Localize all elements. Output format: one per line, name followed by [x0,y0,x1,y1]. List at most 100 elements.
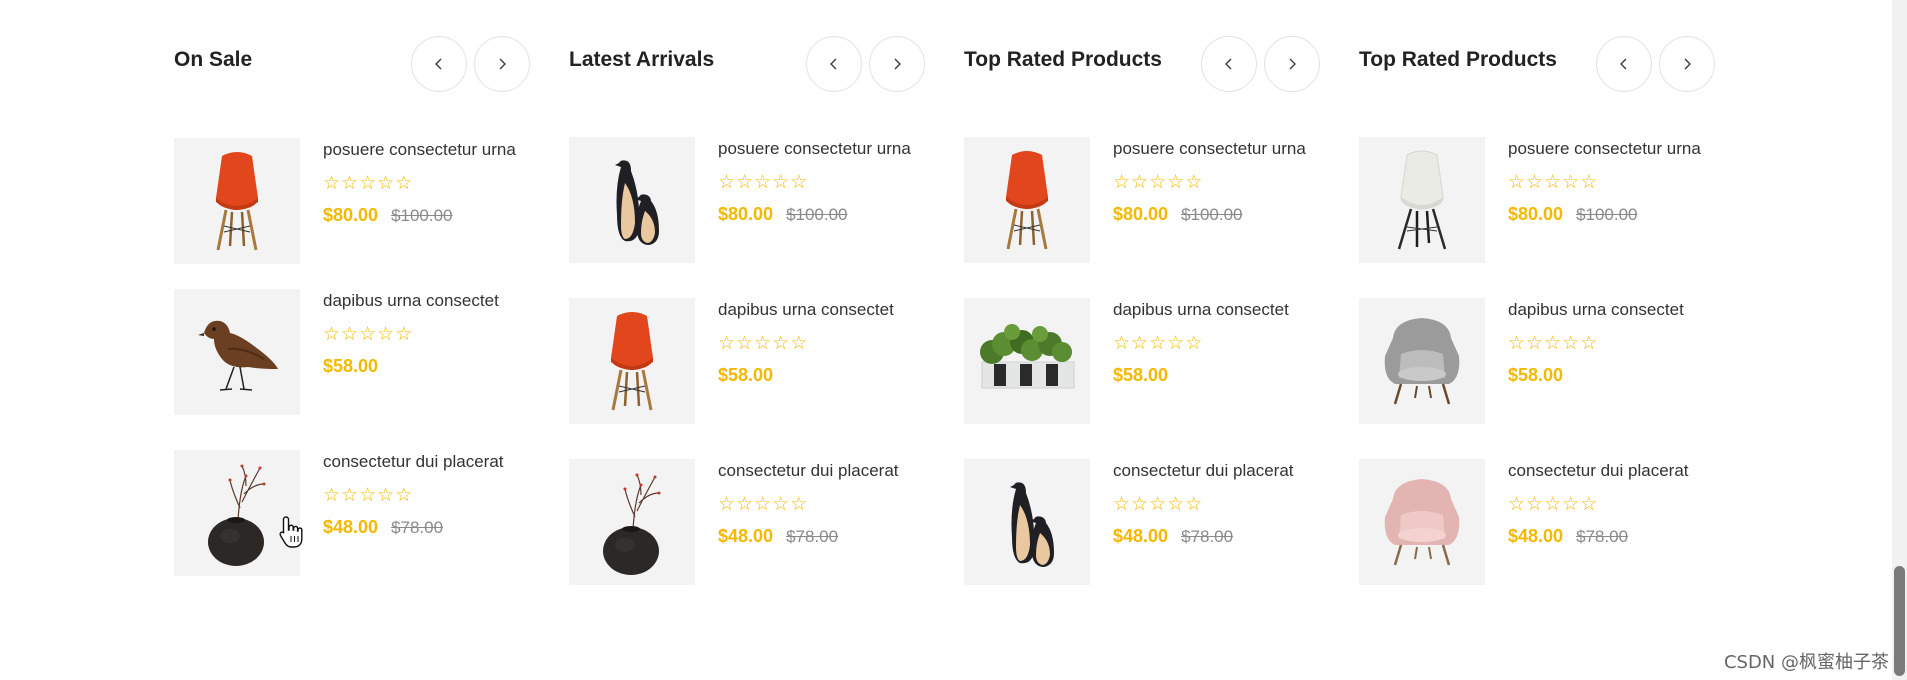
rating-stars: ☆ ☆ ☆ ☆ ☆ [718,333,928,353]
carousel-prev-button[interactable] [806,36,862,92]
star-outline-icon: ☆ [377,172,395,194]
column-header: Top Rated Products [1359,36,1719,94]
star-outline-icon: ☆ [341,484,359,506]
product-info: consectetur dui placerat ☆ ☆ ☆ ☆ ☆ $48.00 $78.0… [1113,459,1323,547]
star-outline-icon: ☆ [790,332,808,354]
star-outline-icon: ☆ [736,332,754,354]
product-image-orange-chair[interactable] [569,298,695,424]
scrollbar-thumb[interactable] [1894,566,1905,676]
star-outline-icon: ☆ [790,493,808,515]
carousel-prev-button[interactable] [411,36,467,92]
star-outline-icon: ☆ [1580,332,1598,354]
carousel-next-button[interactable] [1659,36,1715,92]
product-item: consectetur dui placerat ☆ ☆ ☆ ☆ ☆ $48.00 $78.0… [1359,459,1719,585]
product-info: dapibus urna consectet ☆ ☆ ☆ ☆ ☆ $58.00 [1113,298,1323,386]
star-outline-icon: ☆ [1167,171,1185,193]
product-name-link[interactable]: posuere consectetur urna [718,137,928,160]
star-outline-icon: ☆ [341,323,359,345]
product-image-penguins[interactable] [569,137,695,263]
chevron-right-icon [891,58,903,70]
product-item: posuere consectetur urna ☆ ☆ ☆ ☆ ☆ $80.00 $100.… [174,138,534,264]
product-image-white-chair[interactable] [1359,137,1485,263]
star-outline-icon: ☆ [395,484,413,506]
product-name-link[interactable]: posuere consectetur urna [1508,137,1718,160]
star-outline-icon: ☆ [1113,493,1131,515]
price-row: $48.00 $78.00 [323,517,533,538]
carousel-prev-button[interactable] [1596,36,1652,92]
product-name-link[interactable]: dapibus urna consectet [1508,298,1718,321]
product-name-link[interactable]: dapibus urna consectet [323,289,533,312]
product-info: posuere consectetur urna ☆ ☆ ☆ ☆ ☆ $80.00 $100.… [1508,137,1718,225]
carousel-prev-button[interactable] [1201,36,1257,92]
current-price: $80.00 [323,205,379,225]
chevron-left-icon [433,58,445,70]
chevron-left-icon [1223,58,1235,70]
product-image-orange-chair[interactable] [174,138,300,264]
product-image-grey-armchair[interactable] [1359,298,1485,424]
product-item: dapibus urna consectet ☆ ☆ ☆ ☆ ☆ $58.00 [174,289,534,415]
product-image-black-vase[interactable] [569,459,695,585]
rating-stars: ☆ ☆ ☆ ☆ ☆ [323,485,533,505]
star-outline-icon: ☆ [1113,332,1131,354]
rating-stars: ☆ ☆ ☆ ☆ ☆ [1113,494,1323,514]
product-image-penguins[interactable] [964,459,1090,585]
star-outline-icon: ☆ [1185,332,1203,354]
old-price: $78.00 [786,527,839,546]
product-item: consectetur dui placerat ☆ ☆ ☆ ☆ ☆ $48.00 $78.0… [174,450,534,576]
product-info: posuere consectetur urna ☆ ☆ ☆ ☆ ☆ $80.00 $100.… [1113,137,1323,225]
product-name-link[interactable]: consectetur dui placerat [323,450,533,473]
product-image-orange-chair[interactable] [964,137,1090,263]
product-name-link[interactable]: dapibus urna consectet [718,298,928,321]
product-name-link[interactable]: posuere consectetur urna [323,138,533,161]
current-price: $58.00 [323,356,379,376]
current-price: $48.00 [718,526,774,546]
product-item: consectetur dui placerat ☆ ☆ ☆ ☆ ☆ $48.00 $78.0… [569,459,929,585]
product-image-pink-armchair[interactable] [1359,459,1485,585]
old-price: $78.00 [1181,527,1234,546]
price-row: $58.00 [1508,365,1718,386]
product-image-plants[interactable] [964,298,1090,424]
carousel-next-button[interactable] [869,36,925,92]
product-name-link[interactable]: consectetur dui placerat [1113,459,1323,482]
star-outline-icon: ☆ [1185,171,1203,193]
star-outline-icon: ☆ [1167,332,1185,354]
rating-stars: ☆ ☆ ☆ ☆ ☆ [1508,172,1718,192]
product-name-link[interactable]: dapibus urna consectet [1113,298,1323,321]
rating-stars: ☆ ☆ ☆ ☆ ☆ [323,173,533,193]
page-scrollbar[interactable] [1892,0,1907,680]
star-outline-icon: ☆ [1562,332,1580,354]
product-name-link[interactable]: consectetur dui placerat [1508,459,1718,482]
carousel-next-button[interactable] [1264,36,1320,92]
price-row: $80.00 $100.00 [323,205,533,226]
product-image-wooden-bird[interactable] [174,289,300,415]
product-name-link[interactable]: posuere consectetur urna [1113,137,1323,160]
star-outline-icon: ☆ [772,332,790,354]
product-column-2: Latest Arrivals posuere consectetur urna… [569,0,929,680]
product-name-link[interactable]: consectetur dui placerat [718,459,928,482]
old-price: $100.00 [391,206,453,225]
star-outline-icon: ☆ [754,493,772,515]
star-outline-icon: ☆ [736,171,754,193]
price-row: $58.00 [718,365,928,386]
rating-stars: ☆ ☆ ☆ ☆ ☆ [718,494,928,514]
star-outline-icon: ☆ [395,323,413,345]
star-outline-icon: ☆ [395,172,413,194]
product-info: consectetur dui placerat ☆ ☆ ☆ ☆ ☆ $48.00 $78.0… [323,450,533,538]
star-outline-icon: ☆ [754,171,772,193]
rating-stars: ☆ ☆ ☆ ☆ ☆ [1508,333,1718,353]
carousel-next-button[interactable] [474,36,530,92]
column-header: On Sale [174,36,534,94]
column-title: Top Rated Products [964,48,1162,71]
price-row: $80.00 $100.00 [1113,204,1323,225]
star-outline-icon: ☆ [1167,493,1185,515]
current-price: $48.00 [323,517,379,537]
star-outline-icon: ☆ [1149,493,1167,515]
current-price: $80.00 [1508,204,1564,224]
current-price: $48.00 [1508,526,1564,546]
current-price: $58.00 [718,365,774,385]
star-outline-icon: ☆ [754,332,772,354]
product-image-black-vase[interactable] [174,450,300,576]
star-outline-icon: ☆ [377,484,395,506]
product-lists-section: On Sale posuere consectetur urna ☆ ☆ ☆ ☆ ☆ $80… [174,0,1715,680]
price-row: $58.00 [323,356,533,377]
